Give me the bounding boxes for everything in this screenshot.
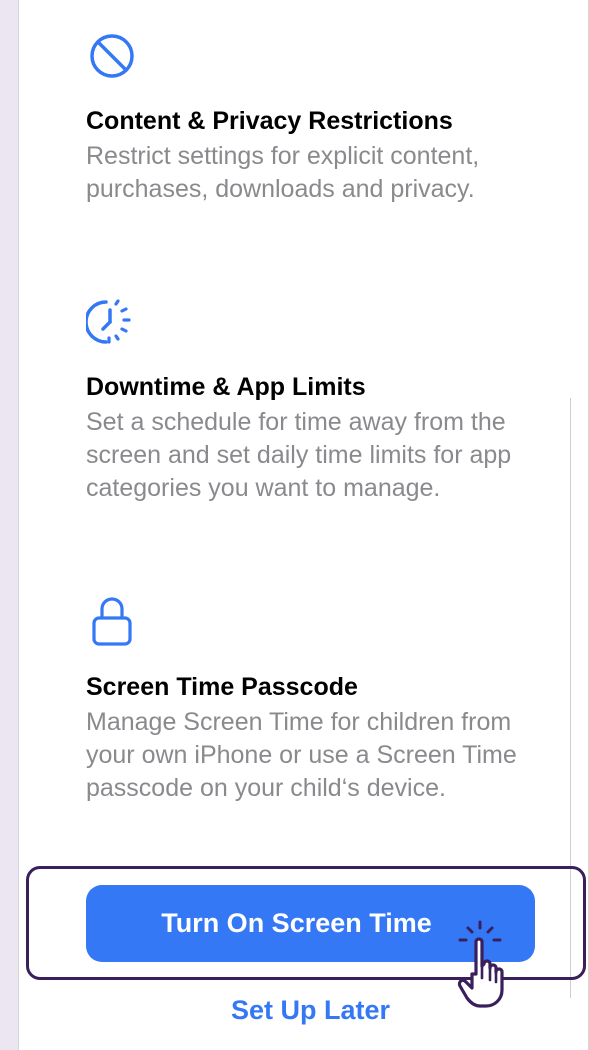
feature-downtime-app-limits: Downtime & App Limits Set a schedule for… [86, 296, 546, 505]
feature-title: Content & Privacy Restrictions [86, 107, 453, 135]
feature-description: Manage Screen Time for children from you… [86, 708, 517, 802]
lock-icon [92, 597, 132, 646]
tap-hand-cursor-icon [457, 920, 504, 1008]
feature-description: Restrict settings for explicit content, … [86, 142, 480, 203]
feature-description: Set a schedule for time away from the sc… [86, 408, 512, 502]
feature-title: Downtime & App Limits [86, 373, 366, 401]
restrictions-icon [90, 34, 134, 78]
feature-content-privacy: Content & Privacy Restrictions Restrict … [86, 32, 546, 206]
feature-screen-time-passcode: Screen Time Passcode Manage Screen Time … [86, 594, 546, 805]
feature-title: Screen Time Passcode [86, 673, 358, 701]
downtime-icon [86, 299, 131, 344]
